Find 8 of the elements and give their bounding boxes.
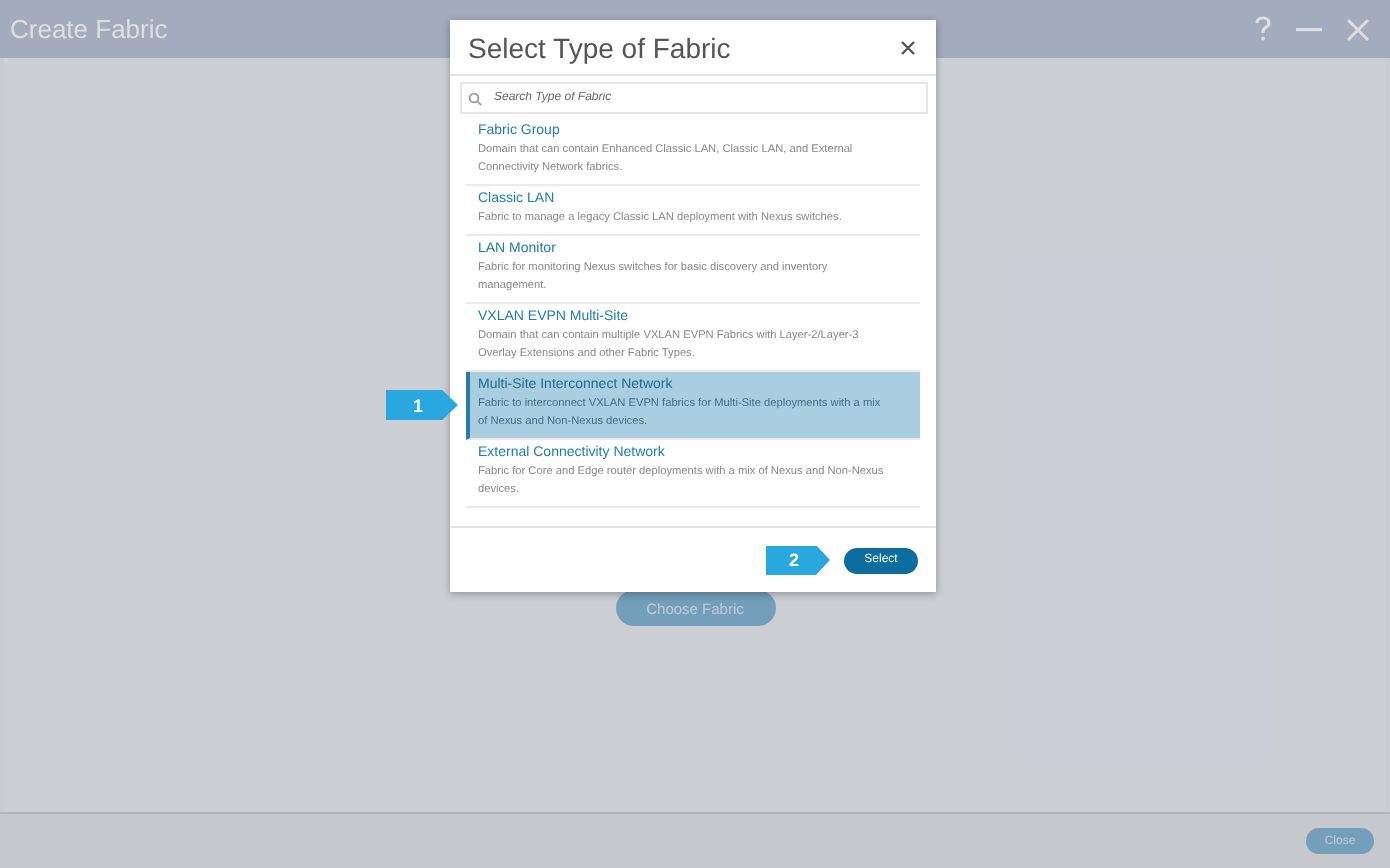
dialog-title: Select Type of Fabric — [468, 31, 731, 63]
help-icon[interactable] — [1254, 16, 1272, 42]
close-icon[interactable] — [900, 39, 916, 55]
minimize-icon[interactable] — [1296, 27, 1322, 31]
window-title: Create Fabric — [10, 14, 168, 44]
step-callout: 1 — [386, 390, 458, 420]
search-icon — [468, 92, 482, 106]
step-callout: 2 — [766, 545, 830, 575]
